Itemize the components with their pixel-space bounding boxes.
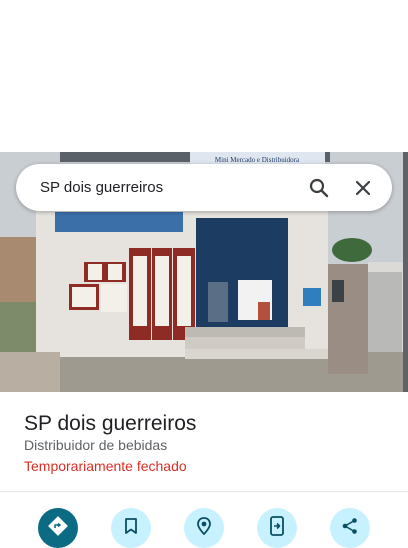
place-category: Distribuidor de bebidas	[24, 437, 168, 453]
share-button[interactable]	[330, 508, 370, 548]
send-to-phone-button[interactable]	[257, 508, 297, 548]
divider	[0, 491, 408, 492]
directions-button[interactable]	[38, 508, 78, 548]
search-input[interactable]: SP dois guerreiros	[40, 179, 304, 196]
place-title: SP dois guerreiros	[24, 412, 197, 435]
nearby-button[interactable]	[184, 508, 224, 548]
search-icon[interactable]	[304, 173, 334, 203]
place-status: Temporariamente fechado	[24, 458, 187, 474]
directions-icon	[48, 515, 68, 541]
save-button[interactable]	[111, 508, 151, 548]
store-sign-text: Mini Mercado e Distribuidora	[215, 156, 300, 164]
share-icon	[341, 517, 359, 540]
nearby-location-icon	[194, 516, 214, 541]
scrollbar[interactable]	[403, 152, 408, 420]
bookmark-icon	[123, 517, 139, 540]
search-bar[interactable]: SP dois guerreiros	[16, 164, 392, 211]
send-to-phone-icon	[269, 515, 285, 541]
close-icon[interactable]	[348, 173, 378, 203]
top-blank-area	[0, 0, 408, 152]
